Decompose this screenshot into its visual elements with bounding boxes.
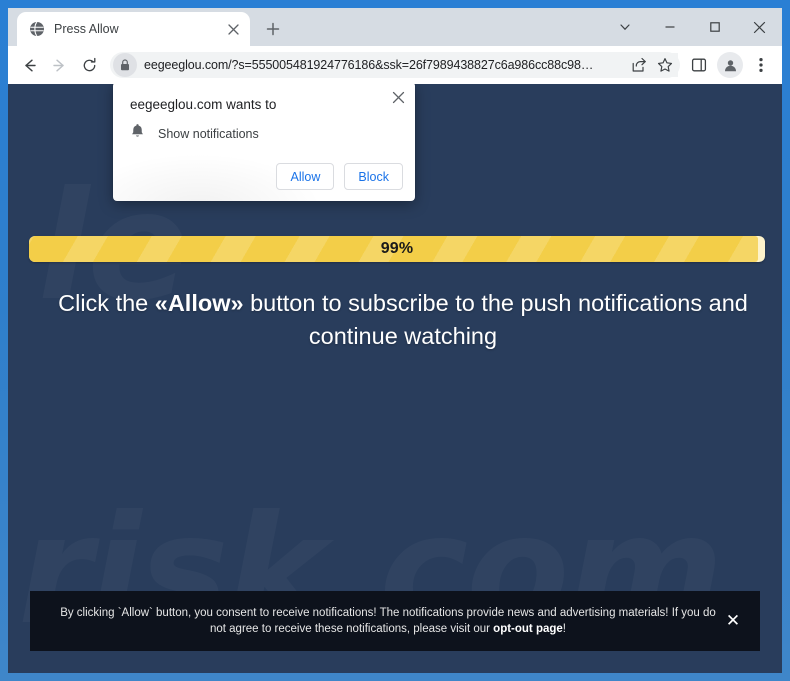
reload-icon[interactable]	[74, 50, 104, 80]
block-button[interactable]: Block	[344, 163, 403, 190]
browser-toolbar: eegeeglou.com/?s=555005481924776186&ssk=…	[8, 46, 782, 84]
headline-after: button to subscribe to the push notifica…	[244, 290, 748, 349]
headline-emphasis: «Allow»	[155, 290, 244, 316]
allow-button[interactable]: Allow	[276, 163, 334, 190]
browser-window: Press Allow eegeeglou.com/?s=55500548192…	[0, 0, 790, 681]
consent-text-before: By clicking `Allow` button, you consent …	[60, 607, 716, 635]
tab-strip: Press Allow	[8, 8, 782, 46]
new-tab-button[interactable]	[259, 15, 287, 43]
consent-text: By clicking `Allow` button, you consent …	[60, 605, 716, 637]
opt-out-page-link[interactable]: opt-out page	[493, 623, 563, 635]
bell-icon	[130, 123, 145, 144]
avatar[interactable]	[717, 52, 743, 78]
page-title: Click the «Allow» button to subscribe to…	[48, 287, 758, 353]
star-icon[interactable]	[652, 53, 678, 77]
page-viewport: le  risk.com 99% Click the «Allow» butt…	[8, 84, 782, 673]
three-dot-menu-icon[interactable]	[746, 50, 776, 80]
side-panel-icon[interactable]	[684, 50, 714, 80]
permission-label: Show notifications	[158, 127, 259, 141]
tab-search-chevron-icon[interactable]	[602, 8, 647, 46]
close-window-button[interactable]	[737, 8, 782, 46]
window-controls	[602, 8, 782, 46]
maximize-button[interactable]	[692, 8, 737, 46]
consent-banner: By clicking `Allow` button, you consent …	[30, 591, 760, 651]
lock-icon[interactable]	[113, 53, 137, 77]
dialog-title: eegeeglou.com wants to	[130, 97, 276, 112]
url-text: eegeeglou.com/?s=555005481924776186&ssk=…	[144, 58, 593, 72]
dialog-buttons: Allow Block	[276, 163, 403, 190]
tab-press-allow[interactable]: Press Allow	[17, 12, 250, 46]
notification-permission-dialog: eegeeglou.com wants to Show notification…	[113, 84, 415, 201]
address-bar[interactable]: eegeeglou.com/?s=555005481924776186&ssk=…	[110, 52, 680, 78]
progress-percent-label: 99%	[29, 236, 765, 262]
dialog-close-icon[interactable]	[387, 86, 409, 108]
globe-icon	[29, 21, 45, 37]
consent-text-after: !	[563, 623, 566, 635]
share-icon[interactable]	[626, 53, 652, 77]
forward-arrow-icon	[44, 50, 74, 80]
omnibox-actions	[622, 53, 678, 77]
consent-close-icon[interactable]: ✕	[722, 610, 744, 632]
back-arrow-icon[interactable]	[14, 50, 44, 80]
minimize-button[interactable]	[647, 8, 692, 46]
permission-row: Show notifications	[130, 123, 259, 144]
tab-title: Press Allow	[54, 22, 224, 36]
progress-bar: 99%	[29, 236, 765, 262]
headline-before: Click the	[58, 290, 155, 316]
tab-close-icon[interactable]	[224, 20, 242, 38]
